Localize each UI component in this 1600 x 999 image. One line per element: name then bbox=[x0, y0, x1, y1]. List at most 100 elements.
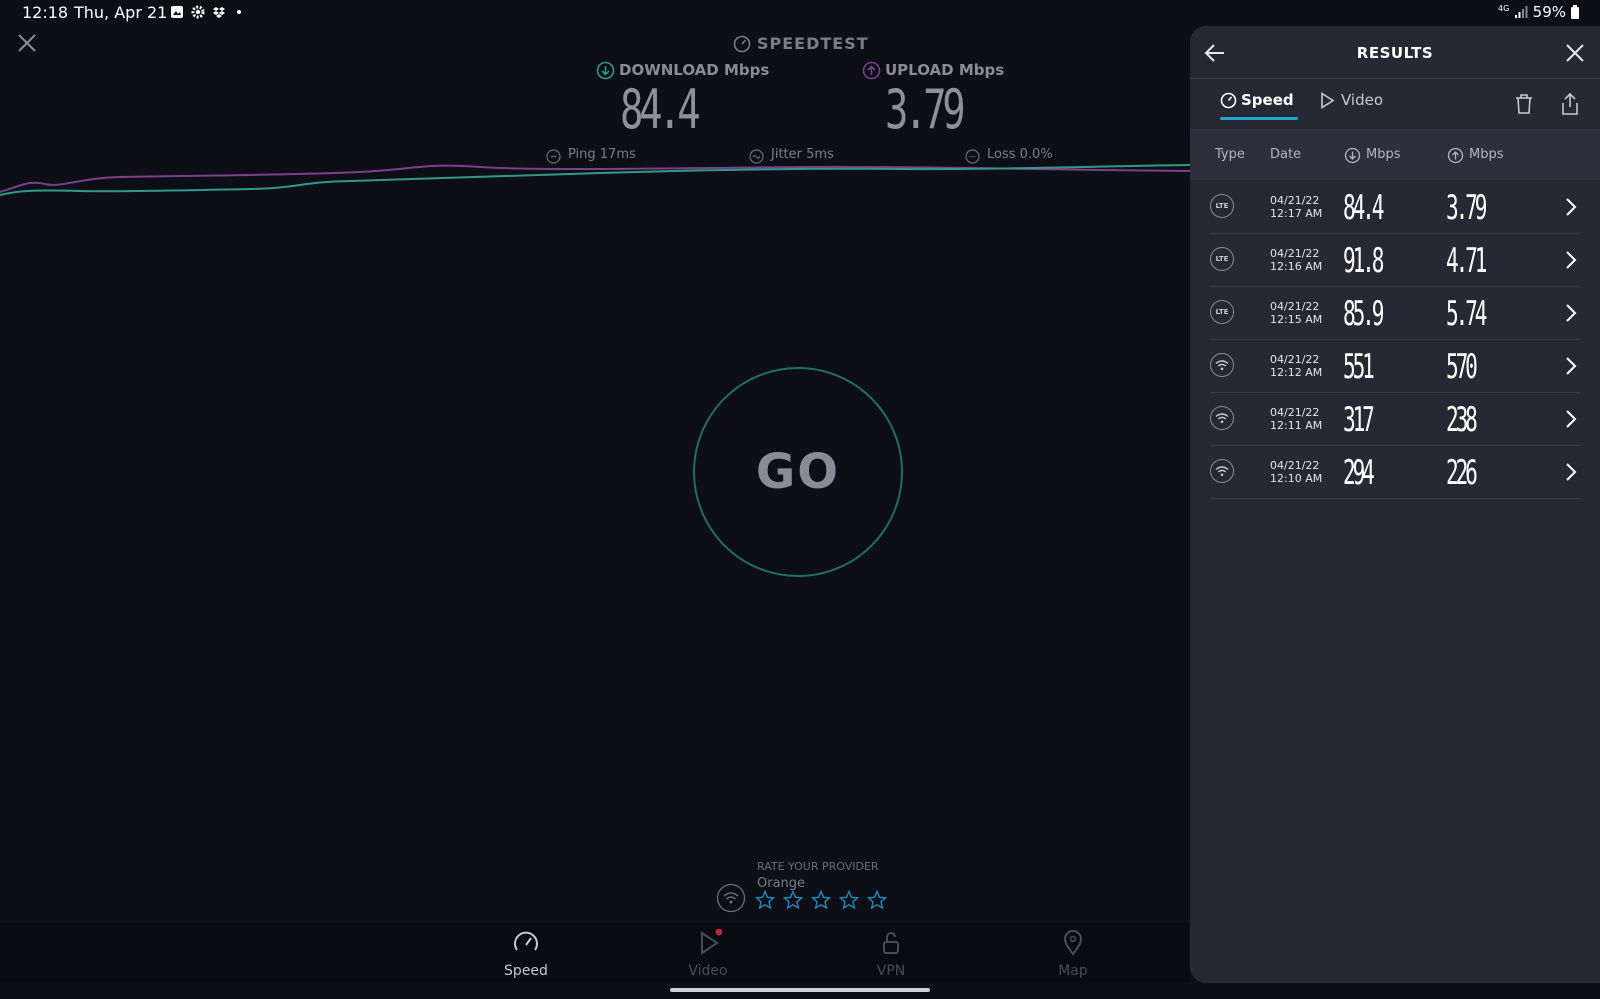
result-row[interactable]: 04/21/22 12:12 AM 551 570 bbox=[1210, 340, 1580, 393]
upload-arrow-icon bbox=[1447, 147, 1464, 164]
go-button[interactable]: GO bbox=[693, 367, 903, 577]
result-time: 12:11 AM bbox=[1270, 419, 1323, 432]
download-value: 84.4 bbox=[620, 78, 701, 141]
result-datetime: 04/21/22 12:11 AM bbox=[1270, 406, 1322, 432]
nav-map-label: Map bbox=[1058, 963, 1088, 979]
column-type: Type bbox=[1215, 147, 1245, 162]
battery-icon bbox=[1571, 5, 1579, 19]
results-tabs: Speed Video bbox=[1190, 79, 1600, 130]
nav-vpn-label: VPN bbox=[876, 963, 906, 979]
wifi-icon bbox=[1215, 466, 1229, 477]
result-row[interactable]: LTE 04/21/22 12:17 AM 84.4 3.79 bbox=[1210, 181, 1580, 234]
go-label: GO bbox=[755, 444, 841, 500]
result-upload: 238 bbox=[1446, 400, 1478, 440]
trash-icon[interactable] bbox=[1514, 93, 1534, 115]
upload-label: UPLOAD Mbps bbox=[885, 61, 1005, 79]
network-type: 4G bbox=[1498, 4, 1510, 13]
result-download: 91.8 bbox=[1343, 241, 1384, 281]
result-time: 12:16 AM bbox=[1270, 260, 1323, 273]
map-pin-icon bbox=[1063, 930, 1083, 956]
chevron-right-icon bbox=[1566, 357, 1577, 375]
star-icon[interactable] bbox=[755, 890, 775, 910]
result-row[interactable]: LTE 04/21/22 12:15 AM 85.9 5.74 bbox=[1210, 287, 1580, 340]
result-datetime: 04/21/22 12:15 AM bbox=[1270, 300, 1322, 326]
chevron-right-icon bbox=[1566, 304, 1577, 322]
upload-value: 3.79 bbox=[885, 78, 966, 141]
result-upload: 4.71 bbox=[1446, 241, 1487, 281]
status-time: 12:18 bbox=[22, 3, 69, 22]
close-icon[interactable] bbox=[1564, 42, 1586, 64]
status-bar: 12:18 Thu, Apr 21 4G 59% bbox=[0, 0, 1600, 26]
nav-video[interactable]: Video bbox=[663, 923, 753, 979]
nav-speed[interactable]: Speed bbox=[481, 923, 571, 979]
chevron-right-icon bbox=[1566, 251, 1577, 269]
speed-gauge-icon bbox=[514, 931, 538, 951]
lock-icon bbox=[883, 932, 899, 954]
active-tab-indicator bbox=[1220, 117, 1298, 120]
wifi-icon bbox=[1215, 360, 1229, 371]
panel-title: RESULTS bbox=[1356, 44, 1434, 62]
chevron-right-icon bbox=[1566, 463, 1577, 481]
nav-speed-label: Speed bbox=[504, 963, 548, 979]
tab-speed[interactable]: Speed bbox=[1220, 91, 1294, 109]
upload-arrow-icon bbox=[862, 61, 881, 80]
result-time: 12:15 AM bbox=[1270, 313, 1323, 326]
result-datetime: 04/21/22 12:10 AM bbox=[1270, 459, 1322, 485]
speed-gauge-icon bbox=[1220, 92, 1237, 108]
play-icon bbox=[701, 928, 723, 955]
column-upload: Mbps bbox=[1469, 147, 1504, 162]
nav-vpn[interactable]: VPN bbox=[846, 923, 936, 979]
tab-speed-label: Speed bbox=[1241, 91, 1294, 109]
result-date: 04/21/22 bbox=[1270, 194, 1320, 207]
speedtest-gauge-icon bbox=[733, 35, 751, 53]
gallery-icon bbox=[171, 6, 183, 18]
result-download: 85.9 bbox=[1343, 294, 1384, 334]
provider-name: Orange bbox=[757, 876, 806, 891]
star-icon[interactable] bbox=[867, 890, 887, 910]
nav-video-label: Video bbox=[688, 963, 728, 979]
result-row[interactable]: LTE 04/21/22 12:16 AM 91.8 4.71 bbox=[1210, 234, 1580, 287]
tab-video[interactable]: Video bbox=[1320, 91, 1383, 109]
results-panel: RESULTS Speed Video Type Date Mbps Mbps … bbox=[1190, 26, 1600, 983]
star-icon[interactable] bbox=[839, 890, 859, 910]
provider-wifi-icon bbox=[716, 883, 746, 913]
result-download: 551 bbox=[1343, 347, 1375, 387]
tab-video-label: Video bbox=[1341, 91, 1384, 109]
result-datetime: 04/21/22 12:17 AM bbox=[1270, 194, 1322, 220]
column-date: Date bbox=[1270, 147, 1302, 162]
connection-type: LTE bbox=[1215, 255, 1229, 263]
result-row[interactable]: 04/21/22 12:10 AM 294 226 bbox=[1210, 446, 1580, 499]
result-upload: 3.79 bbox=[1446, 188, 1487, 228]
rating-stars[interactable] bbox=[755, 890, 887, 910]
result-row[interactable]: 04/21/22 12:11 AM 317 238 bbox=[1210, 393, 1580, 446]
result-upload: 226 bbox=[1446, 453, 1478, 493]
wifi-icon bbox=[1210, 459, 1234, 483]
results-table-header: Type Date Mbps Mbps bbox=[1190, 130, 1600, 180]
dropbox-icon bbox=[213, 7, 225, 18]
download-arrow-icon bbox=[596, 61, 615, 80]
result-time: 12:12 AM bbox=[1270, 366, 1323, 379]
lte-icon: LTE bbox=[1210, 194, 1234, 218]
star-icon[interactable] bbox=[783, 890, 803, 910]
result-time: 12:10 AM bbox=[1270, 472, 1323, 485]
result-download: 84.4 bbox=[1343, 188, 1384, 228]
bottom-nav: Speed Video VPN Map bbox=[0, 923, 1190, 983]
share-icon[interactable] bbox=[1560, 92, 1580, 116]
wifi-icon bbox=[1210, 353, 1234, 377]
result-date: 04/21/22 bbox=[1270, 459, 1320, 472]
chevron-right-icon bbox=[1566, 198, 1577, 216]
upload-graph-line bbox=[0, 164, 1190, 193]
result-date: 04/21/22 bbox=[1270, 353, 1320, 366]
connection-type: LTE bbox=[1215, 202, 1229, 210]
wifi-icon bbox=[1210, 406, 1234, 430]
app-title: SPEEDTEST bbox=[757, 34, 869, 53]
lte-icon: LTE bbox=[1210, 247, 1234, 271]
status-date: Thu, Apr 21 bbox=[74, 3, 168, 22]
star-icon[interactable] bbox=[811, 890, 831, 910]
result-upload: 5.74 bbox=[1446, 294, 1487, 334]
result-download: 294 bbox=[1343, 453, 1375, 493]
close-icon[interactable] bbox=[16, 32, 38, 54]
result-date: 04/21/22 bbox=[1270, 406, 1320, 419]
nav-map[interactable]: Map bbox=[1028, 923, 1118, 979]
settings-icon bbox=[191, 5, 205, 19]
